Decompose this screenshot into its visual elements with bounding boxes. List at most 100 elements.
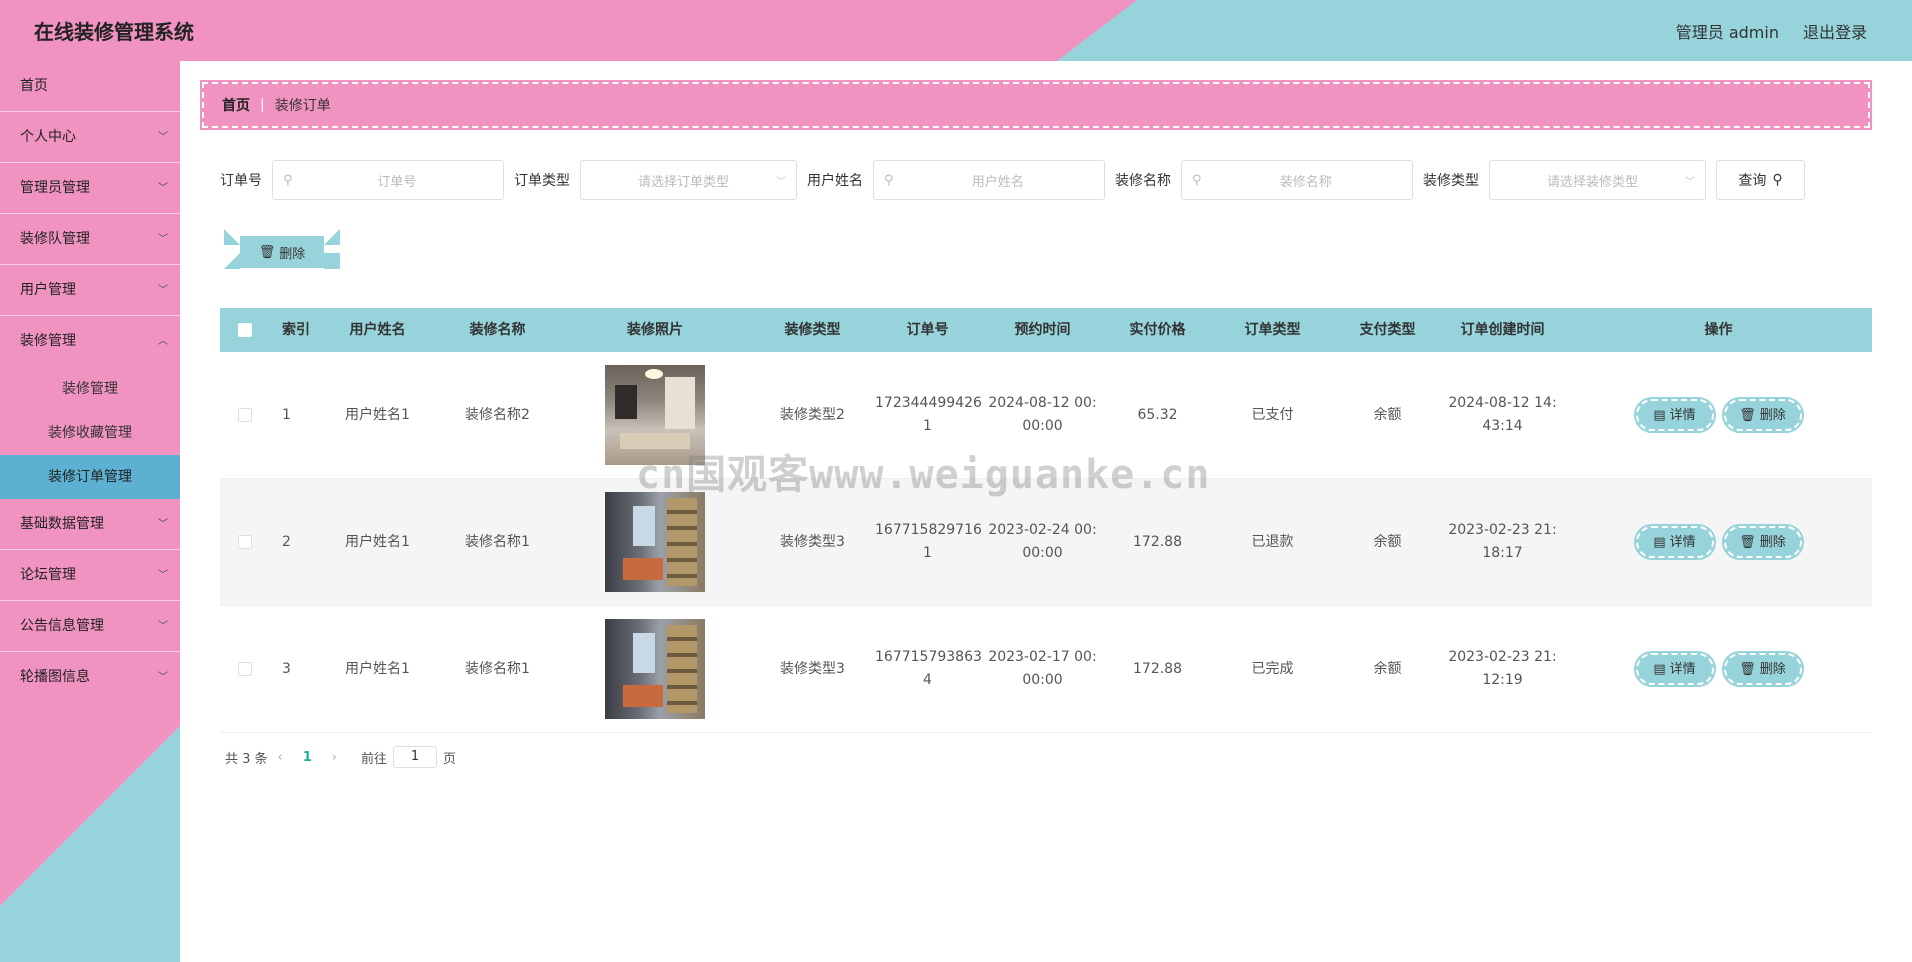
- header-name: 装修名称: [469, 321, 526, 338]
- deco-type-placeholder: 请选择装修类型: [1546, 174, 1638, 190]
- row-type: 装修类型3: [780, 660, 845, 677]
- row-otype: 已支付: [1251, 406, 1294, 423]
- row-ctime-line: 2024-08-12 14:: [1448, 395, 1557, 411]
- order-type-label: 订单类型: [514, 173, 570, 189]
- chevron-down-icon: ﹀: [158, 621, 168, 632]
- user-name-input[interactable]: ⚲ 用户姓名: [873, 160, 1105, 200]
- detail-button[interactable]: ▤ 详情: [1633, 651, 1716, 687]
- sidebar-subitem-deco-favorites[interactable]: 装修收藏管理: [0, 411, 180, 455]
- app-title: 在线装修管理系统: [34, 20, 194, 44]
- main-content: 首页 | 装修订单 订单号 ⚲ 订单号 订单类型 请选择订单类型 ﹀ 用户姓名 …: [180, 61, 1912, 962]
- sidebar-subitem-deco-manage[interactable]: 装修管理: [0, 367, 180, 411]
- sidebar-item-user-manage[interactable]: 用户管理 ﹀: [0, 265, 180, 316]
- order-no-label: 订单号: [220, 173, 262, 189]
- query-button[interactable]: 查询 ⚲: [1716, 160, 1805, 200]
- row-name: 装修名称2: [465, 406, 530, 423]
- delete-label: 删除: [1759, 534, 1786, 550]
- chevron-left-icon[interactable]: ‹: [278, 750, 283, 765]
- orders-table: 索引 用户姓名 装修名称 装修照片 装修类型 订单号 预约时间 实付价格 订单类…: [220, 308, 1872, 733]
- order-type-select[interactable]: 请选择订单类型 ﹀: [580, 160, 797, 200]
- pager-goto-input[interactable]: 1: [393, 746, 438, 768]
- row-name: 装修名称1: [465, 660, 530, 677]
- bulk-delete-label: 删除: [279, 246, 306, 262]
- breadcrumb-home[interactable]: 首页: [222, 95, 250, 115]
- chevron-right-icon[interactable]: ›: [332, 750, 337, 765]
- row-otype: 已完成: [1251, 660, 1294, 677]
- chevron-down-icon: ﹀: [158, 570, 168, 581]
- row-otype: 已退款: [1251, 533, 1294, 550]
- deco-name-input[interactable]: ⚲ 装修名称: [1181, 160, 1413, 200]
- table-header: 索引 用户姓名 装修名称 装修照片 装修类型 订单号 预约时间 实付价格 订单类…: [220, 308, 1872, 352]
- row-checkbox[interactable]: [238, 535, 252, 549]
- row-time: 2023-02-17 00: 00:00: [980, 646, 1105, 692]
- decoration-photo[interactable]: [605, 492, 705, 592]
- sidebar-item-label: 基础数据管理: [20, 516, 104, 532]
- row-ops: ▤ 详情 🗑 删除: [1565, 651, 1872, 687]
- sidebar-item-team-manage[interactable]: 装修队管理 ﹀: [0, 214, 180, 265]
- sidebar-subitem-deco-orders[interactable]: 装修订单管理: [0, 455, 180, 499]
- delete-label: 删除: [1759, 661, 1786, 677]
- row-ctime-line: 2023-02-23 21:: [1448, 649, 1557, 665]
- ribbon-corner: [324, 253, 340, 269]
- sidebar-item-home[interactable]: 首页: [0, 61, 180, 112]
- detail-label: 详情: [1669, 661, 1696, 677]
- pager-page-current[interactable]: 1: [303, 750, 312, 765]
- sidebar-item-deco-manage[interactable]: 装修管理 ︿: [0, 316, 180, 367]
- row-user: 用户姓名1: [345, 533, 410, 550]
- sidebar-item-base-data[interactable]: 基础数据管理 ﹀: [0, 499, 180, 550]
- row-checkbox[interactable]: [238, 408, 252, 422]
- header-index: 索引: [282, 321, 310, 338]
- detail-label: 详情: [1669, 407, 1696, 423]
- chevron-down-icon: ﹀: [776, 176, 786, 188]
- ribbon-corner: [224, 229, 240, 245]
- row-checkbox[interactable]: [238, 662, 252, 676]
- pagination: 共 3 条 ‹ 1 › 前往 1 页: [225, 746, 456, 768]
- breadcrumb-current: 装修订单: [274, 98, 331, 114]
- detail-button[interactable]: ▤ 详情: [1633, 524, 1716, 560]
- select-all-checkbox[interactable]: [238, 323, 252, 337]
- decoration-photo[interactable]: [605, 619, 705, 719]
- row-order-line: 1: [923, 418, 932, 434]
- delete-button[interactable]: 🗑 删除: [1721, 524, 1804, 560]
- trash-icon: 🗑: [258, 244, 276, 260]
- row-time: 2023-02-24 00: 00:00: [980, 519, 1105, 565]
- sidebar-menu: 首页 个人中心 ﹀ 管理员管理 ﹀ 装修队管理 ﹀ 用户管理 ﹀ 装修管理 ︿ …: [0, 61, 180, 703]
- admin-user-label[interactable]: 管理员 admin: [1676, 19, 1779, 43]
- order-no-placeholder: 订单号: [377, 174, 417, 190]
- order-type-placeholder: 请选择订单类型: [637, 174, 729, 190]
- sidebar-item-personal-center[interactable]: 个人中心 ﹀: [0, 112, 180, 163]
- row-check-cell: [220, 662, 270, 676]
- bulk-delete-button[interactable]: 🗑 删除: [240, 236, 324, 268]
- trash-icon: 🗑: [1739, 534, 1756, 550]
- header-time: 预约时间: [1014, 321, 1071, 338]
- deco-type-select[interactable]: 请选择装修类型 ﹀: [1489, 160, 1706, 200]
- trash-icon: 🗑: [1739, 407, 1756, 423]
- header-pink-band: [0, 0, 1137, 61]
- sidebar-item-forum[interactable]: 论坛管理 ﹀: [0, 550, 180, 601]
- detail-button[interactable]: ▤ 详情: [1633, 397, 1716, 433]
- row-index: 1: [282, 406, 291, 423]
- detail-label: 详情: [1669, 534, 1696, 550]
- chevron-down-icon: ﹀: [158, 672, 168, 683]
- breadcrumb-separator: |: [260, 97, 265, 113]
- sidebar-item-notice[interactable]: 公告信息管理 ﹀: [0, 601, 180, 652]
- sidebar-item-admin-manage[interactable]: 管理员管理 ﹀: [0, 163, 180, 214]
- delete-button[interactable]: 🗑 删除: [1721, 397, 1804, 433]
- ribbon-corner: [324, 229, 340, 245]
- delete-button[interactable]: 🗑 删除: [1721, 651, 1804, 687]
- header-actions: 管理员 admin 退出登录: [1676, 19, 1867, 43]
- row-order: 172344499426 1: [875, 392, 982, 438]
- chevron-down-icon: ﹀: [158, 183, 168, 194]
- row-time-line: 00:00: [1022, 672, 1063, 688]
- row-pay: 余额: [1373, 533, 1402, 550]
- order-no-input[interactable]: ⚲ 订单号: [272, 160, 504, 200]
- sidebar-item-carousel[interactable]: 轮播图信息 ﹀: [0, 652, 180, 703]
- sidebar-item-label: 个人中心: [20, 129, 76, 145]
- chevron-up-icon: ︿: [158, 336, 168, 347]
- row-pay: 余额: [1373, 660, 1402, 677]
- logout-link[interactable]: 退出登录: [1803, 19, 1867, 43]
- row-ctime: 2023-02-23 21: 12:19: [1440, 646, 1565, 692]
- row-index: 2: [282, 533, 291, 550]
- row-time-line: 2023-02-17 00:: [988, 649, 1097, 665]
- pager-goto-suffix: 页: [443, 751, 457, 767]
